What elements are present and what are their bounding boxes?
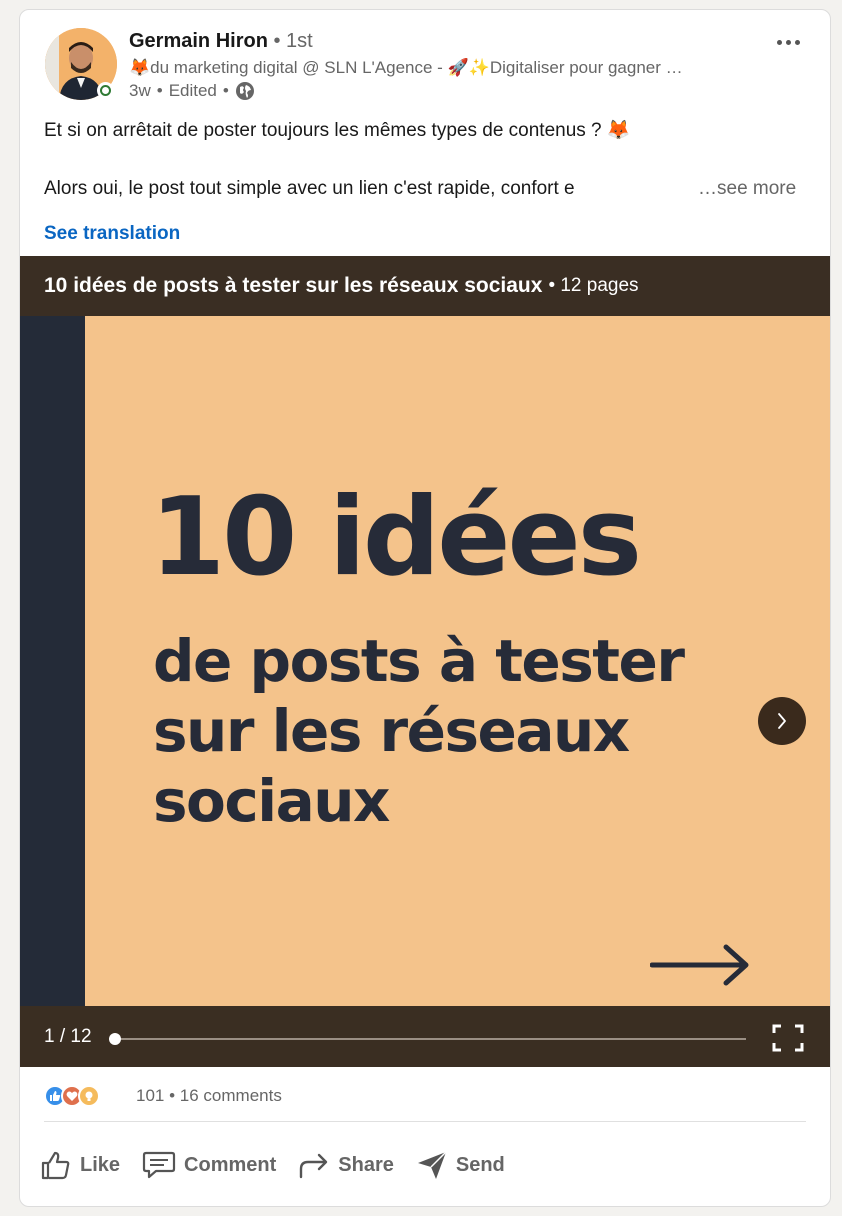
comment-count[interactable]: • 16 comments [169, 1086, 282, 1105]
insightful-icon [78, 1085, 100, 1107]
author-name-row: Germain Hiron • 1st [129, 30, 313, 53]
send-button[interactable]: Send [416, 1150, 505, 1180]
page-progress-track[interactable] [114, 1038, 746, 1040]
reaction-count[interactable]: 101 [136, 1086, 164, 1105]
globe-icon [235, 82, 254, 100]
comment-label: Comment [184, 1153, 277, 1176]
reaction-icons[interactable] [44, 1085, 100, 1107]
send-label: Send [455, 1153, 505, 1176]
actions-divider [44, 1121, 806, 1122]
slide-left-stripe [20, 316, 85, 1006]
author-headline: 🦊du marketing digital @ SLN L'Agence - 🚀… [129, 58, 683, 77]
meta-separator-2: • [222, 81, 229, 100]
social-counts: 101 • 16 comments [136, 1086, 282, 1106]
chevron-right-icon [778, 713, 786, 729]
post-actions-bar: Like Comment Share Send [40, 1140, 527, 1190]
share-button[interactable]: Share [298, 1151, 394, 1179]
document-viewer[interactable]: 10 idées de posts à tester sur les résea… [20, 256, 830, 1067]
meta-separator: • [156, 81, 163, 100]
document-title: 10 idées de posts à tester sur les résea… [44, 274, 543, 297]
slide-heading: 10 idées [150, 475, 642, 600]
document-page-count: • 12 pages [548, 275, 639, 296]
edited-label: Edited [168, 81, 217, 100]
next-page-button[interactable] [758, 697, 806, 745]
post-meta: 3w • Edited • [129, 81, 255, 101]
post-text-line-2: Alors oui, le post tout simple avec un l… [44, 178, 575, 199]
dot-icon [785, 39, 791, 45]
slide-subheading-3: sociaux [153, 767, 390, 835]
like-label: Like [80, 1153, 121, 1176]
document-controls: 1 / 12 [20, 1006, 830, 1067]
comment-icon [142, 1151, 176, 1179]
comment-button[interactable]: Comment [142, 1150, 276, 1180]
slide-arrow-icon [650, 944, 749, 986]
fullscreen-icon[interactable] [772, 1024, 804, 1052]
post-options-button[interactable] [768, 28, 808, 56]
feed-post-card: Germain Hiron • 1st 🦊du marketing digita… [19, 9, 831, 1207]
page-progress-knob[interactable] [109, 1033, 121, 1045]
see-more-link[interactable]: …see more [694, 178, 797, 200]
document-title-bar: 10 idées de posts à tester sur les résea… [20, 256, 830, 316]
share-arrow-icon [300, 1153, 328, 1179]
share-label: Share [338, 1153, 394, 1176]
thumbs-up-icon [41, 1151, 70, 1180]
online-status-icon [97, 82, 114, 99]
post-text-line-1: Et si on arrêtait de poster toujours les… [44, 120, 631, 141]
dot-icon [776, 39, 782, 45]
slide-subheading-1: de posts à tester [153, 627, 685, 695]
see-translation-link[interactable]: See translation [44, 223, 180, 245]
post-time[interactable]: 3w [129, 81, 151, 101]
connection-degree: • 1st [273, 30, 313, 52]
slide-subheading-2: sur les réseaux [153, 697, 630, 765]
author-name[interactable]: Germain Hiron [129, 30, 268, 52]
like-button[interactable]: Like [40, 1149, 120, 1181]
page-counter: 1 / 12 [44, 1026, 92, 1047]
dot-icon [794, 39, 800, 45]
send-icon [417, 1151, 447, 1179]
document-slide[interactable]: 10 idées de posts à tester sur les résea… [20, 316, 830, 1006]
